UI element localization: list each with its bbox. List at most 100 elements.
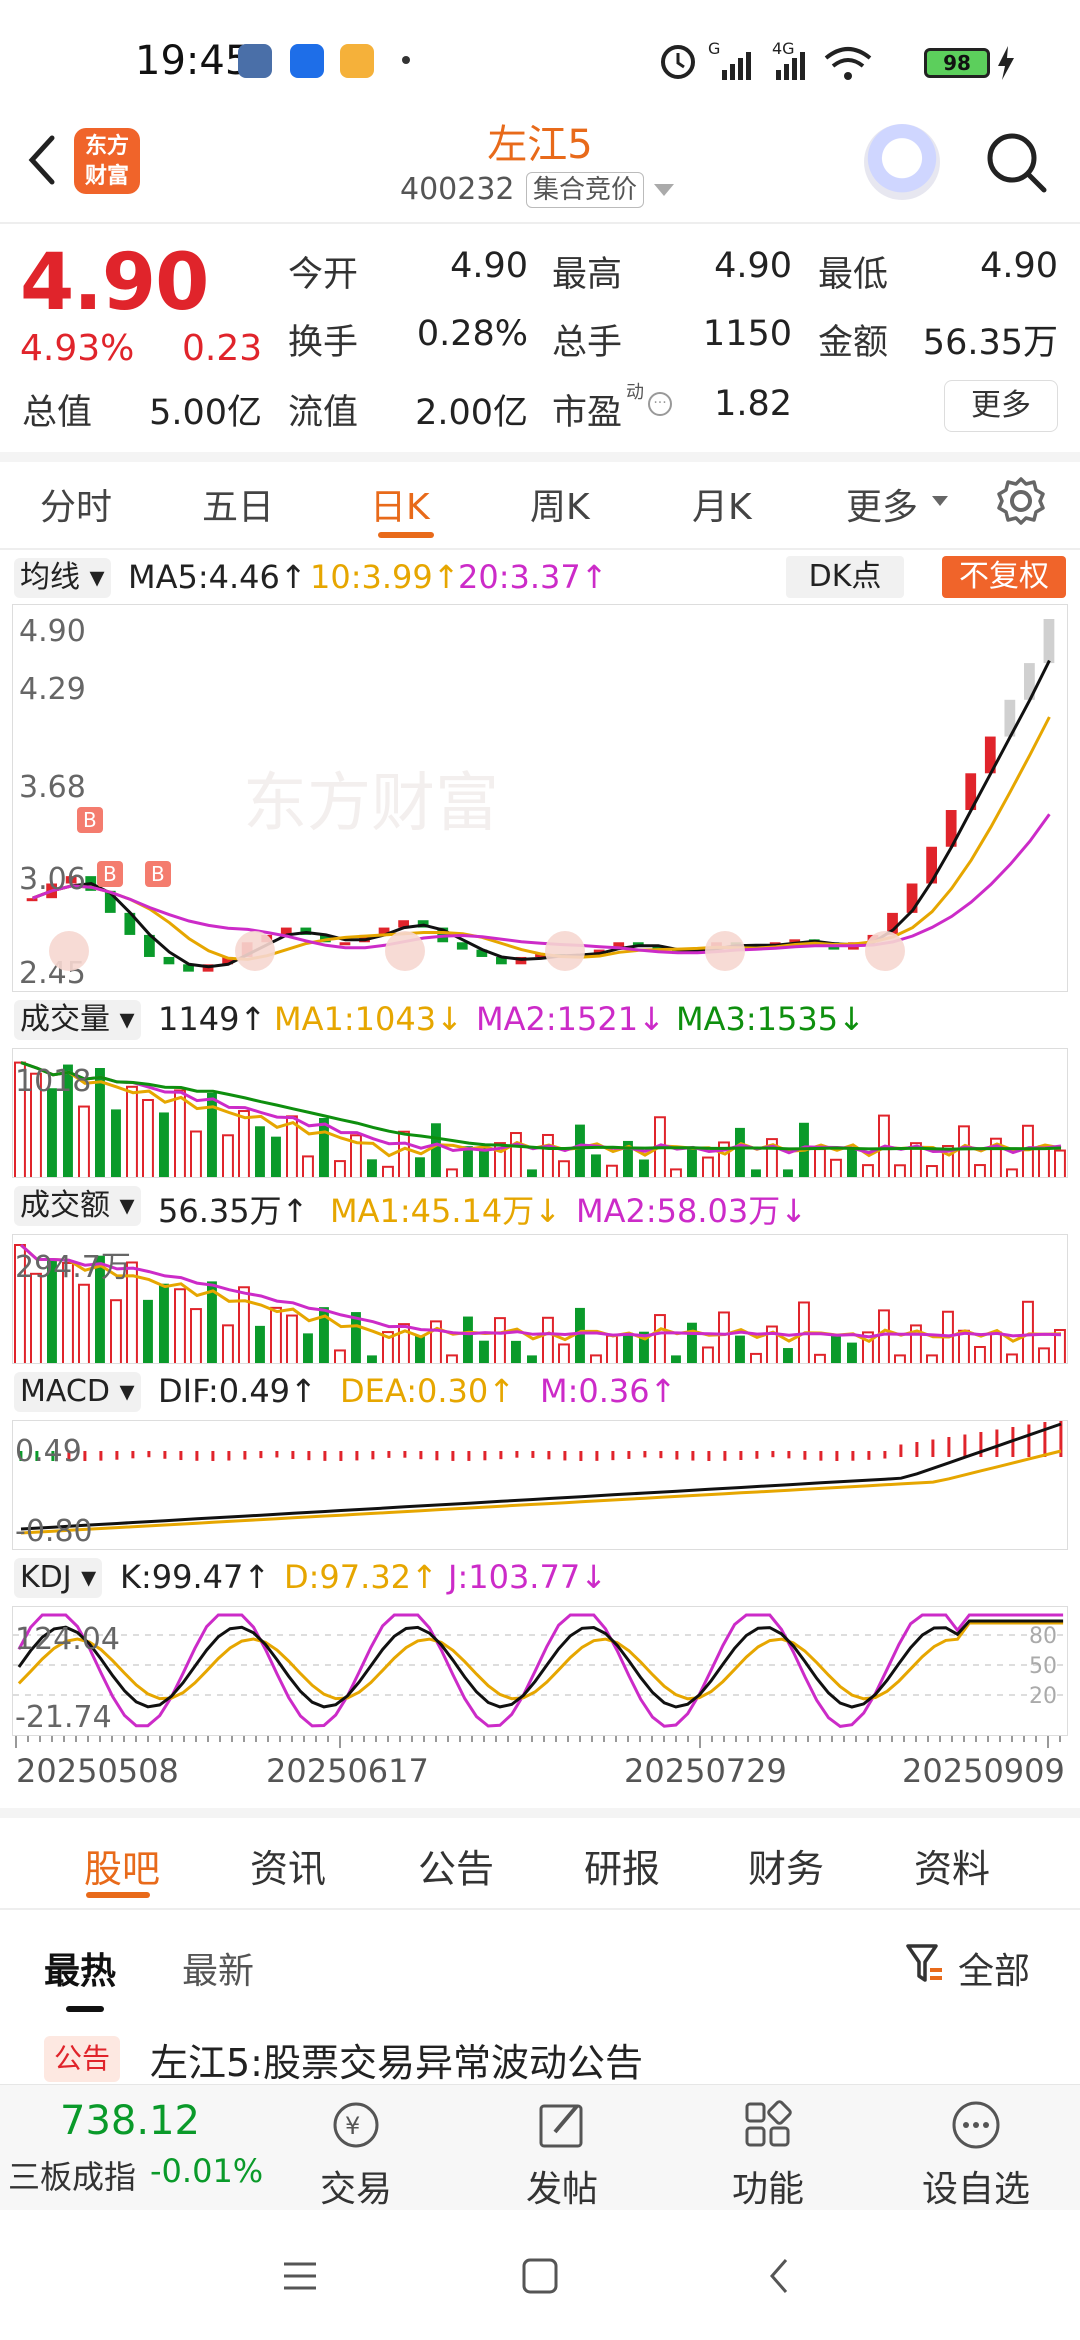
- trading-mode-badge[interactable]: 集合竞价: [526, 172, 645, 208]
- sort-latest[interactable]: 最新: [182, 1942, 254, 1994]
- volume-bar: [78, 1283, 90, 1363]
- news-title[interactable]: 左江5:股票交易异常波动公告: [150, 2032, 643, 2087]
- volume-bar: [431, 1123, 441, 1177]
- functions-button[interactable]: 功能: [708, 2098, 828, 2212]
- more-dots-icon: [952, 2101, 1000, 2149]
- volume-bar: [623, 1332, 633, 1363]
- sort-hot[interactable]: 最热: [44, 1942, 116, 1994]
- tab-monthly-k[interactable]: 月K: [692, 478, 752, 530]
- post-button[interactable]: 发帖: [502, 2098, 622, 2212]
- filter-label[interactable]: 全部: [958, 1942, 1030, 1994]
- macd-bar: [659, 1451, 663, 1459]
- scroll-left-icon[interactable]: [49, 931, 89, 971]
- macd-bar: [99, 1451, 103, 1461]
- menu-icon[interactable]: [280, 2256, 320, 2296]
- tab-profile[interactable]: 资料: [914, 1838, 990, 1893]
- volume-bar: [878, 1309, 890, 1363]
- volume-bar: [783, 1169, 793, 1177]
- macd-bar: [419, 1451, 423, 1460]
- volume-bar: [1054, 1149, 1066, 1177]
- kline-chart[interactable]: 东方财富 4.90 4.29 3.68 3.06 2.45 B B B: [12, 604, 1068, 992]
- volume-value-legend: 1149↑: [158, 1000, 267, 1038]
- tab-announcements[interactable]: 公告: [418, 1838, 494, 1893]
- macd-bar: [547, 1451, 551, 1460]
- kdj-selector[interactable]: KDJ ▾: [14, 1558, 103, 1598]
- volume-bar: [334, 1349, 346, 1363]
- tab-research[interactable]: 研报: [584, 1838, 660, 1893]
- volume-bar: [415, 1157, 425, 1177]
- adjust-button[interactable]: 不复权: [942, 556, 1066, 598]
- volume-bar: [174, 1089, 186, 1177]
- volume-bar: [47, 1088, 57, 1177]
- volume-selector[interactable]: 成交量 ▾: [14, 1000, 141, 1040]
- ma10-legend: 10:3.99↑: [310, 558, 460, 596]
- volume-bar: [1038, 1347, 1050, 1363]
- gear-icon[interactable]: [996, 476, 1046, 526]
- volume-bar: [847, 1342, 857, 1363]
- macd-bar: [675, 1451, 679, 1460]
- macd-bar: [691, 1451, 695, 1461]
- volume-bar: [238, 1110, 250, 1177]
- buy-marker: B: [97, 861, 123, 887]
- ma-selector[interactable]: 均线 ▾: [14, 558, 111, 598]
- macd-bar: [563, 1451, 567, 1461]
- tab-five-day[interactable]: 五日: [202, 478, 274, 530]
- tab-intraday[interactable]: 分时: [40, 478, 112, 530]
- volume-bar: [831, 1335, 841, 1363]
- volume-bar: [687, 1322, 697, 1363]
- volume-bar: [1006, 1353, 1018, 1363]
- search-icon[interactable]: [984, 130, 1050, 196]
- macd-bar: [515, 1451, 519, 1458]
- home-icon[interactable]: [520, 2256, 560, 2296]
- volume-bar: [958, 1125, 970, 1177]
- index-value[interactable]: 738.12: [60, 2098, 200, 2144]
- total-value: 5.00亿: [149, 393, 262, 433]
- change-percent: 4.93%: [20, 328, 135, 369]
- macd-bar: [291, 1451, 295, 1459]
- volume-bar: [367, 1159, 377, 1177]
- volume-bar: [159, 1283, 169, 1363]
- tab-forum[interactable]: 股吧: [84, 1838, 160, 1893]
- volume-bar: [639, 1159, 649, 1177]
- volume-bar: [926, 1165, 938, 1177]
- float-value: 2.00亿: [415, 393, 528, 433]
- index-change[interactable]: -0.01%: [150, 2152, 263, 2190]
- index-name[interactable]: 三板成指: [8, 2152, 136, 2198]
- tab-financials[interactable]: 财务: [748, 1838, 824, 1893]
- back-nav-icon[interactable]: [760, 2256, 800, 2296]
- more-button[interactable]: 更多: [944, 380, 1058, 432]
- dk-point-button[interactable]: DK点: [786, 556, 904, 598]
- macd-bar: [755, 1451, 759, 1459]
- volume-bar: [558, 1343, 570, 1363]
- tab-news[interactable]: 资讯: [250, 1838, 326, 1893]
- tab-daily-k[interactable]: 日K: [370, 478, 430, 530]
- charging-icon: [998, 46, 1014, 80]
- macd-bar: [771, 1451, 775, 1458]
- trade-button[interactable]: ¥ 交易: [296, 2098, 416, 2212]
- macd-bar: [1043, 1422, 1047, 1457]
- macd-bar: [995, 1429, 999, 1457]
- macd-bar: [115, 1451, 119, 1460]
- tab-more[interactable]: 更多: [846, 478, 918, 530]
- add-watchlist-button[interactable]: 设自选: [916, 2098, 1036, 2212]
- tab-weekly-k[interactable]: 周K: [530, 478, 590, 530]
- macd-bar: [595, 1451, 599, 1461]
- volume-bar: [479, 1340, 489, 1363]
- volume-bar: [78, 1105, 90, 1177]
- y-label-max: 4.90: [19, 614, 86, 649]
- volume-bar: [95, 1068, 105, 1177]
- amount-value-legend: 56.35万↑: [158, 1192, 309, 1230]
- volume-bar: [958, 1329, 970, 1363]
- amount-selector[interactable]: 成交额 ▾: [14, 1186, 141, 1226]
- ma20-legend: 20:3.37↑: [458, 558, 608, 596]
- svg-text:B: B: [103, 862, 117, 886]
- filter-icon[interactable]: [904, 1942, 946, 1986]
- macd-selector[interactable]: MACD ▾: [14, 1372, 141, 1412]
- volume-bar: [255, 1325, 265, 1363]
- amount-value: 56.35万: [922, 323, 1058, 363]
- date-ticks: [15, 1736, 1061, 1748]
- ai-assistant-icon[interactable]: [864, 124, 940, 200]
- chevron-down-icon[interactable]: [932, 496, 948, 506]
- chevron-down-icon[interactable]: [654, 184, 674, 196]
- macd-bar: [259, 1451, 263, 1459]
